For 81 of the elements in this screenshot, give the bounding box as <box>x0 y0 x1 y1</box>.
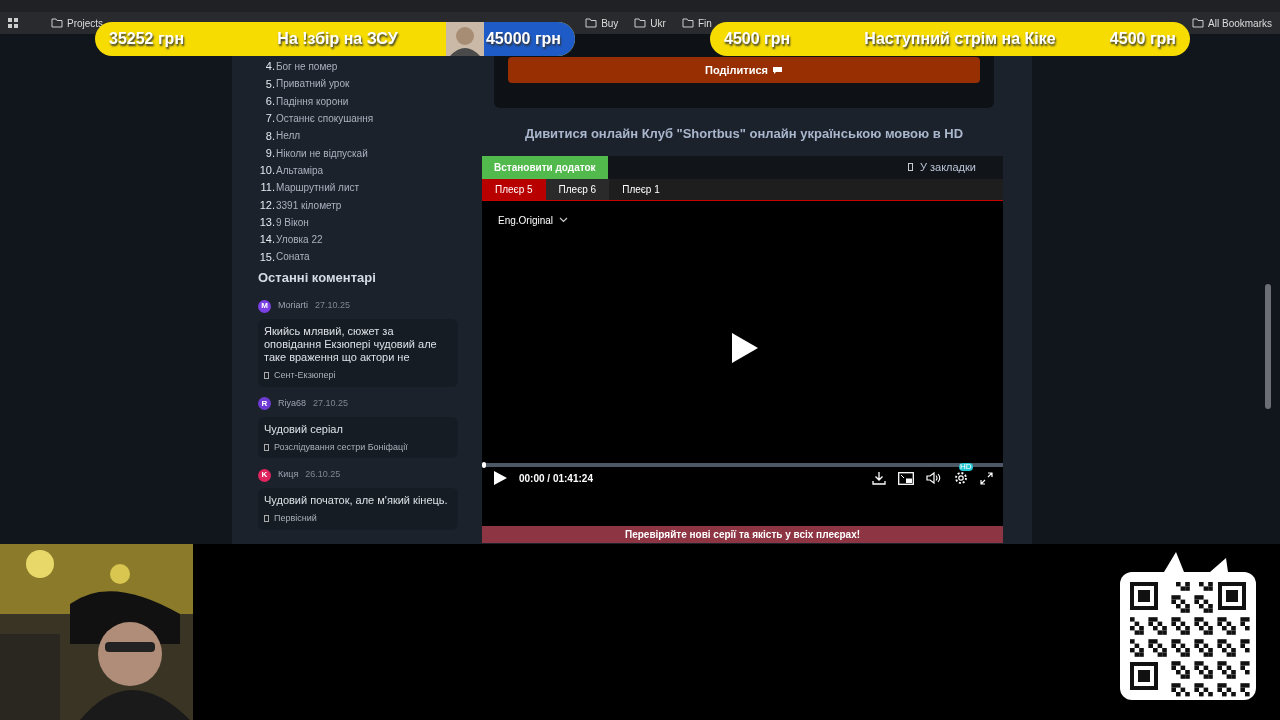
progress-track[interactable] <box>482 462 1003 467</box>
banner-title: Наступний стрім на Кіке <box>863 29 1057 49</box>
list-number: 14. <box>258 232 275 248</box>
audio-track-dropdown[interactable]: Eng.Original <box>498 212 569 228</box>
folder-icon <box>585 18 598 28</box>
time-display: 00:00 / 01:41:24 <box>519 471 593 486</box>
movie-link[interactable]: Приватний урок <box>276 76 350 92</box>
comment-text: Чудовий початок, але м'який кінець. <box>264 494 449 508</box>
play-icon[interactable] <box>494 471 507 485</box>
list-number: 13. <box>258 215 275 231</box>
list-number: 4. <box>264 59 275 75</box>
bookmark[interactable]: Projects <box>51 15 104 31</box>
banner-amount: 4500 грн <box>1108 29 1176 49</box>
apps-icon[interactable] <box>8 18 18 28</box>
comment-author: Riya68 <box>278 396 306 410</box>
folder-icon <box>634 18 647 28</box>
quality-badge: HD <box>959 463 973 471</box>
comment-author: Киця <box>278 468 299 482</box>
comment-text: Чудовий серіал <box>264 422 344 436</box>
movie-link[interactable]: Розслідування сестри Боніфації <box>264 440 452 455</box>
list-number: 11. <box>259 180 275 196</box>
play-icon[interactable] <box>732 332 758 363</box>
progress-thumb[interactable] <box>482 461 486 468</box>
movie-link[interactable]: Сент-Екзюпері <box>264 369 452 383</box>
movie-link[interactable]: 9 Вікон <box>276 214 309 230</box>
avatar: K <box>258 468 271 482</box>
movie-link[interactable]: Останнє спокушання <box>276 111 374 127</box>
folder-icon <box>1192 18 1205 28</box>
bookmark[interactable]: Ukr <box>634 15 666 31</box>
folder-icon <box>51 18 63 28</box>
speech-bubble-icon <box>772 65 783 75</box>
list-number: 8. <box>264 128 275 144</box>
avatar: M <box>258 299 271 313</box>
picture-in-picture-icon[interactable] <box>898 471 914 485</box>
download-icon[interactable] <box>872 471 886 485</box>
bookmark-icon <box>907 163 913 171</box>
list-number: 10. <box>258 163 275 179</box>
scrollbar-thumb[interactable] <box>1265 284 1271 409</box>
banner-amount: 45000 грн <box>483 22 575 56</box>
movie-link[interactable]: Бог не помер <box>276 59 338 75</box>
bookmark[interactable]: Buy <box>585 15 619 31</box>
movie-link[interactable]: Первісний <box>264 512 452 526</box>
list-number: 15. <box>258 249 275 265</box>
bookmark-link[interactable]: У закладки <box>907 158 976 176</box>
chevron-down-icon <box>559 217 569 223</box>
section-heading: Останні коментарі <box>258 268 377 287</box>
folder-icon <box>681 18 694 28</box>
comment-author: Moriarti <box>278 299 308 313</box>
movie-link[interactable]: 3391 кілометр <box>276 197 342 213</box>
list-number: 12. <box>258 197 275 213</box>
movie-link[interactable]: Нелл <box>276 128 301 144</box>
settings-icon[interactable] <box>954 471 968 485</box>
volume-icon[interactable] <box>926 471 942 485</box>
streamer-avatar <box>445 22 484 56</box>
bookmark-icon <box>264 372 269 380</box>
list-number: 7. <box>264 111 275 127</box>
comment-date: 27.10.25 <box>313 396 349 410</box>
movie-link[interactable]: Ніколи не відпускай <box>276 145 368 161</box>
banner-title: На !збір на ЗСУ <box>276 29 399 49</box>
list-number: 5. <box>264 76 275 92</box>
bookmark[interactable]: Fin <box>681 15 712 31</box>
comment-text: Якийсь млявий, сюжет за оповідання Екзюпері чудовий але таке враження що актори не <box>264 325 438 365</box>
movie-link[interactable]: Соната <box>276 249 310 265</box>
avatar: R <box>258 397 271 411</box>
list-number: 9. <box>264 145 275 161</box>
movie-link[interactable]: Падіння корони <box>276 93 349 109</box>
comment-date: 26.10.25 <box>305 468 341 482</box>
movie-link[interactable]: Маршрутний лист <box>276 180 360 196</box>
list-number: 6. <box>264 94 275 109</box>
movie-link[interactable]: Уловка 22 <box>276 232 323 248</box>
player-tab[interactable]: Плеєр 5 <box>482 178 546 200</box>
movie-link[interactable]: Альтаміра <box>276 162 324 178</box>
page-title: Дивитися онлайн Клуб "Shortbus" онлайн українською мовою в HD <box>523 125 965 143</box>
comment-date: 27.10.25 <box>315 299 351 313</box>
share-button[interactable]: Поділитися <box>508 57 980 83</box>
fullscreen-icon[interactable] <box>980 471 993 485</box>
bookmark[interactable]: All Bookmarks <box>1192 15 1272 31</box>
banner-amount: 4500 грн <box>724 29 792 49</box>
banner-amount: 35252 грн <box>109 29 186 49</box>
bookmark-icon <box>264 515 269 523</box>
bookmark-icon <box>264 443 269 451</box>
